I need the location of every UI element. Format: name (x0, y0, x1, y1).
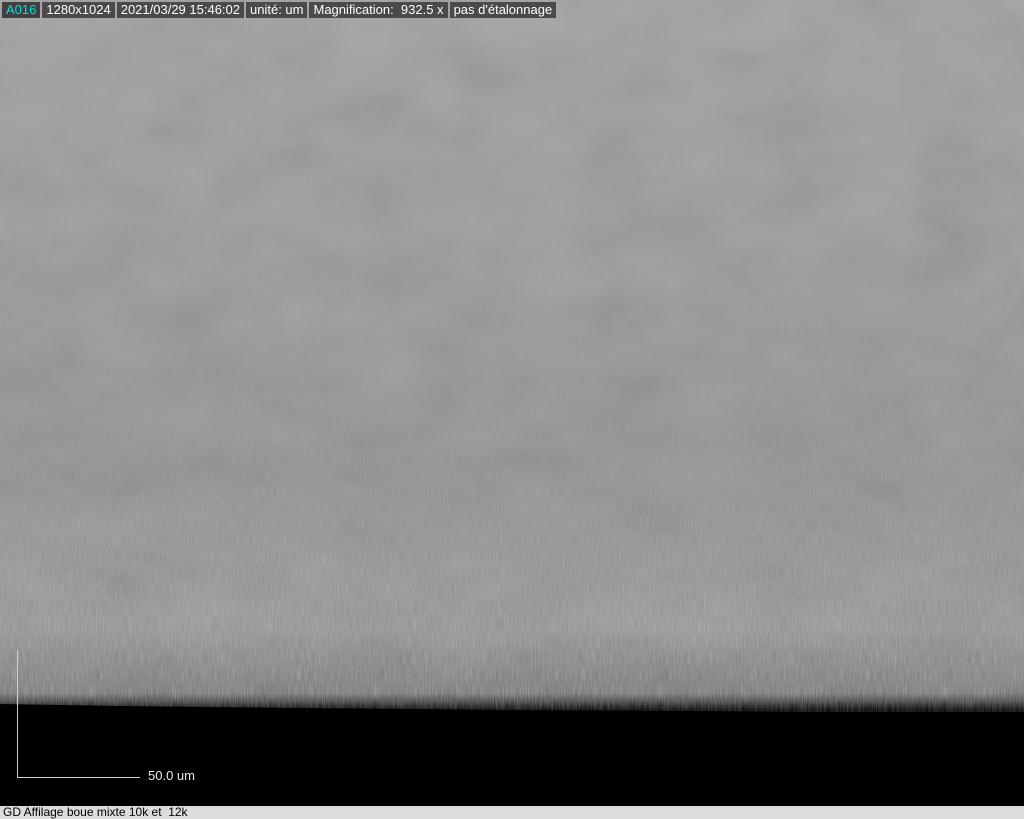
datetime-label: 2021/03/29 15:46:02 (116, 2, 244, 18)
image-id-label: A016 (2, 2, 41, 18)
magnification-label: Magnification: 932.5 x (309, 2, 448, 18)
caption-text: GD Affilage boue mixte 10k et 12k (3, 806, 188, 819)
microscope-viewer: A016 1280x1024 2021/03/29 15:46:02 unité… (0, 0, 1024, 819)
specimen-surface-image (0, 0, 1024, 806)
resolution-label: 1280x1024 (42, 2, 115, 18)
unit-label: unité: um (246, 2, 308, 18)
info-bar: A016 1280x1024 2021/03/29 15:46:02 unité… (2, 2, 557, 18)
calibration-label: pas d'étalonnage (449, 2, 557, 18)
caption-bar: GD Affilage boue mixte 10k et 12k (0, 806, 1024, 819)
scale-bar-label: 50.0 um (148, 768, 195, 783)
scale-bar (17, 650, 140, 778)
microscope-image (0, 0, 1024, 806)
